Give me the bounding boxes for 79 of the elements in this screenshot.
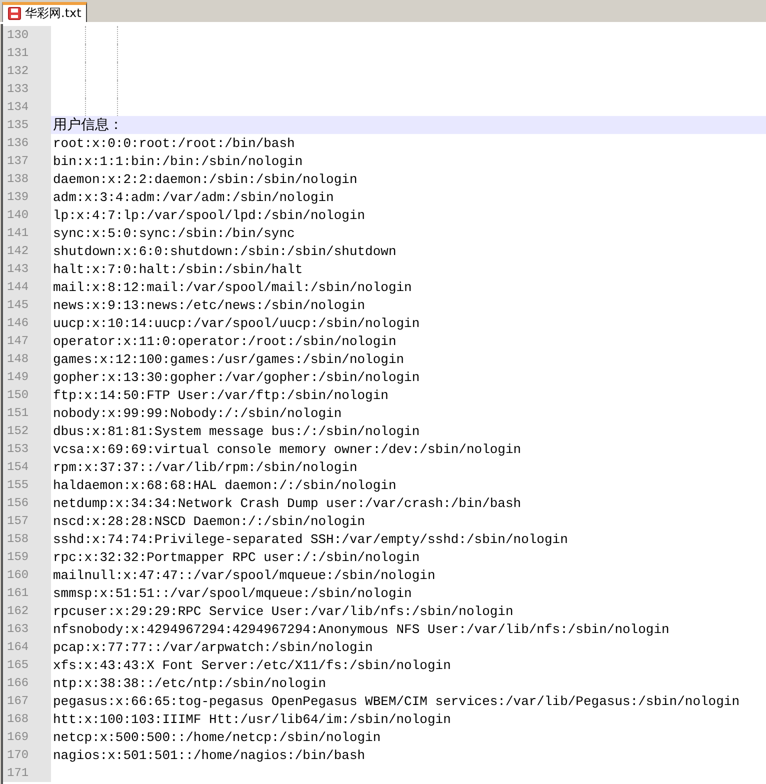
- code-line: adm:x:3:4:adm:/var/adm:/sbin/nologin: [53, 190, 334, 205]
- code-line: xfs:x:43:43:X Font Server:/etc/X11/fs:/sbin/nologin: [53, 658, 451, 673]
- line-number: 148: [3, 350, 51, 368]
- code-line: nfsnobody:x:4294967294:4294967294:Anonymous NFS User:/var/lib/nfs:/sbin/nologin: [53, 622, 670, 637]
- code-line: pegasus:x:66:65:tog-pegasus OpenPegasus WBEM/CIM services:/var/lib/Pegasus:/sbin/nologin: [53, 694, 740, 709]
- line-number: 157: [3, 512, 51, 530]
- line-number: 137: [3, 152, 51, 170]
- code-line: ftp:x:14:50:FTP User:/var/ftp:/sbin/nologin: [53, 388, 388, 403]
- line-number: 171: [3, 764, 51, 782]
- code-line: gopher:x:13:30:gopher:/var/gopher:/sbin/nologin: [53, 370, 420, 385]
- code-line: netdump:x:34:34:Network Crash Dump user:/var/crash:/bin/bash: [53, 496, 522, 511]
- line-number: 165: [3, 656, 51, 674]
- line-number: 131: [3, 44, 51, 62]
- line-number: 167: [3, 692, 51, 710]
- code-line: games:x:12:100:games:/usr/games:/sbin/nologin: [53, 352, 404, 367]
- line-number: 136: [3, 134, 51, 152]
- code-line: ntp:x:38:38::/etc/ntp:/sbin/nologin: [53, 676, 326, 691]
- line-number: 141: [3, 224, 51, 242]
- line-number: 163: [3, 620, 51, 638]
- line-number: 132: [3, 62, 51, 80]
- file-tab[interactable]: 华彩网.txt: [2, 2, 88, 22]
- line-number: 160: [3, 566, 51, 584]
- line-number: 154: [3, 458, 51, 476]
- code-line: root:x:0:0:root:/root:/bin/bash: [53, 136, 295, 151]
- code-line: lp:x:4:7:lp:/var/spool/lpd:/sbin/nologin: [53, 208, 366, 223]
- line-number: 151: [3, 404, 51, 422]
- line-number: 164: [3, 638, 51, 656]
- line-number: 130: [3, 26, 51, 44]
- code-line: mail:x:8:12:mail:/var/spool/mail:/sbin/nologin: [53, 280, 412, 295]
- code-line: mailnull:x:47:47::/var/spool/mqueue:/sbin/nologin: [53, 568, 436, 583]
- code-line: htt:x:100:103:IIIMF Htt:/usr/lib64/im:/sbin/nologin: [53, 712, 451, 727]
- line-number: 146: [3, 314, 51, 332]
- code-line: news:x:9:13:news:/etc/news:/sbin/nologin: [53, 298, 366, 313]
- code-line: smmsp:x:51:51::/var/spool/mqueue:/sbin/nologin: [53, 586, 412, 601]
- line-number: 159: [3, 548, 51, 566]
- code-line: operator:x:11:0:operator:/root:/sbin/nologin: [53, 334, 396, 349]
- line-number: 155: [3, 476, 51, 494]
- code-line: pcap:x:77:77::/var/arpwatch:/sbin/nologin: [53, 640, 373, 655]
- line-number: 138: [3, 170, 51, 188]
- code-line: nscd:x:28:28:NSCD Daemon:/:/sbin/nologin: [53, 514, 366, 529]
- line-number: 140: [3, 206, 51, 224]
- line-number: 145: [3, 296, 51, 314]
- line-number: 134: [3, 98, 51, 116]
- line-number: 169: [3, 728, 51, 746]
- line-number: 143: [3, 260, 51, 278]
- code-line: halt:x:7:0:halt:/sbin:/sbin/halt: [53, 262, 303, 277]
- line-number: 142: [3, 242, 51, 260]
- line-number: 152: [3, 422, 51, 440]
- code-line: 用户信息：: [53, 117, 123, 133]
- line-number: 170: [3, 746, 51, 764]
- code-line: rpcuser:x:29:29:RPC Service User:/var/lib/nfs:/sbin/nologin: [53, 604, 514, 619]
- code-line: shutdown:x:6:0:shutdown:/sbin:/sbin/shutdown: [53, 244, 396, 259]
- line-number: 161: [3, 584, 51, 602]
- line-number: 168: [3, 710, 51, 728]
- code-line: bin:x:1:1:bin:/bin:/sbin/nologin: [53, 154, 303, 169]
- code-line: rpm:x:37:37::/var/lib/rpm:/sbin/nologin: [53, 460, 358, 475]
- line-number: 158: [3, 530, 51, 548]
- line-number: 139: [3, 188, 51, 206]
- line-number: 150: [3, 386, 51, 404]
- code-line: nobody:x:99:99:Nobody:/:/sbin/nologin: [53, 406, 342, 421]
- line-number: 166: [3, 674, 51, 692]
- code-line: daemon:x:2:2:daemon:/sbin:/sbin/nologin: [53, 172, 358, 187]
- code-line: netcp:x:500:500::/home/netcp:/sbin/nologin: [53, 730, 381, 745]
- line-number: 144: [3, 278, 51, 296]
- code-line: vcsa:x:69:69:virtual console memory owner:/dev:/sbin/nologin: [53, 442, 522, 457]
- line-number: 147: [3, 332, 51, 350]
- code-line: sync:x:5:0:sync:/sbin:/bin/sync: [53, 226, 295, 241]
- code-line: rpc:x:32:32:Portmapper RPC user:/:/sbin/nologin: [53, 550, 420, 565]
- line-number: 135: [3, 116, 51, 134]
- line-number: 133: [3, 80, 51, 98]
- code-line: haldaemon:x:68:68:HAL daemon:/:/sbin/nologin: [53, 478, 396, 493]
- line-number: 162: [3, 602, 51, 620]
- line-number: 153: [3, 440, 51, 458]
- code-line: uucp:x:10:14:uucp:/var/spool/uucp:/sbin/nologin: [53, 316, 420, 331]
- line-number: 149: [3, 368, 51, 386]
- line-number: 156: [3, 494, 51, 512]
- code-line: nagios:x:501:501::/home/nagios:/bin/bash: [53, 748, 366, 763]
- code-line: sshd:x:74:74:Privilege-separated SSH:/var/empty/sshd:/sbin/nologin: [53, 532, 568, 547]
- code-line: dbus:x:81:81:System message bus:/:/sbin/nologin: [53, 424, 420, 439]
